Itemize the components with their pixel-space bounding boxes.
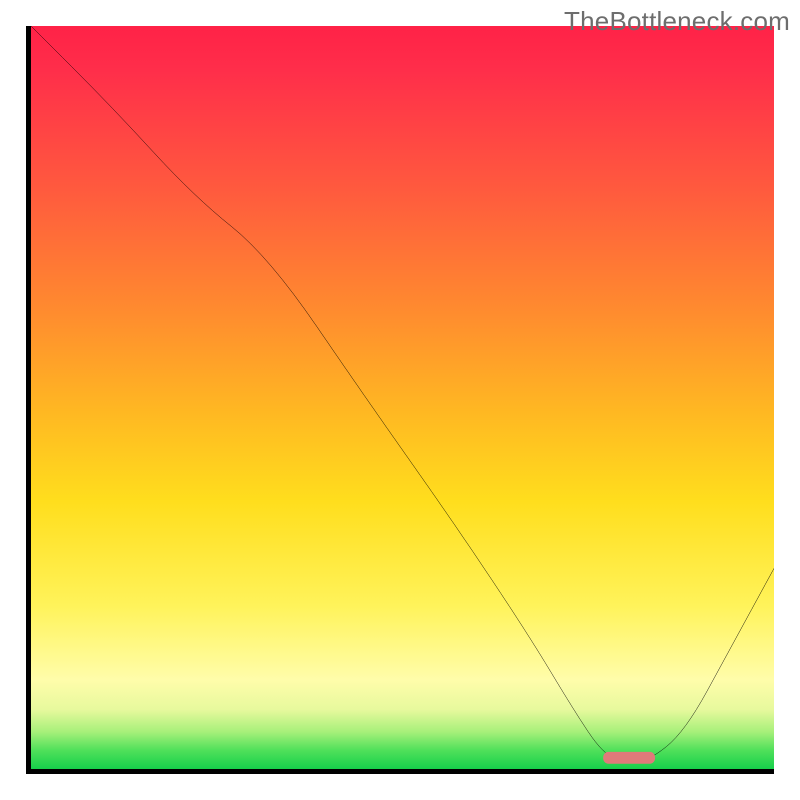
optimal-range-marker: [31, 26, 774, 769]
plot-area: [26, 26, 774, 774]
bottleneck-chart: TheBottleneck.com: [0, 0, 800, 800]
watermark-text: TheBottleneck.com: [564, 6, 790, 37]
